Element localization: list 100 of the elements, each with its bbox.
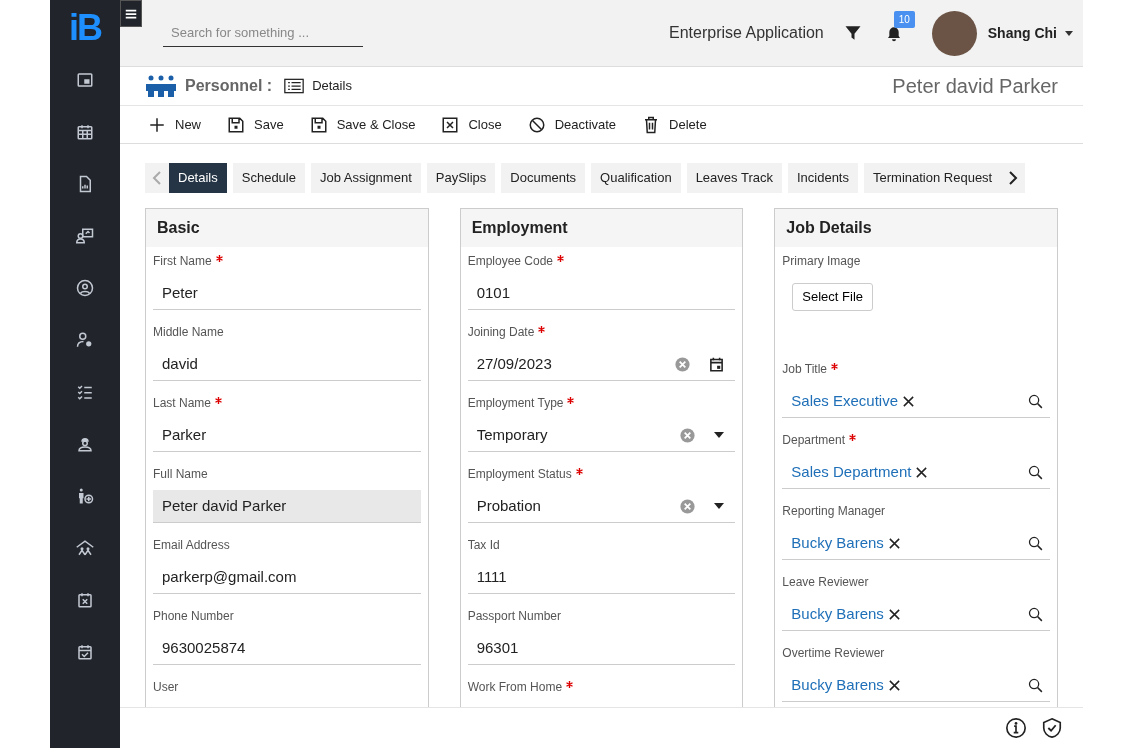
input-field[interactable]: Probation [467,490,736,523]
caret-icon [1065,30,1073,36]
input-field[interactable]: 9630025874 [153,632,421,665]
select-file-button[interactable]: Select File [792,283,874,311]
logo: iB [69,10,101,46]
picture-icon[interactable] [76,71,94,89]
filter-icon[interactable] [843,24,862,42]
input-field[interactable]: Bucky Barens [782,527,1050,560]
presentation-icon[interactable] [76,227,94,245]
bell-icon[interactable] [885,25,902,42]
field-label: Primary Image [782,253,861,269]
field-label: Passport Number [467,608,562,624]
input-field[interactable]: Bucky Barens [782,669,1050,702]
chevron-left-icon [152,170,162,186]
calendar-icon[interactable] [709,356,725,372]
tab[interactable]: Leaves Track [686,163,782,193]
input-field[interactable]: Peter [153,277,421,310]
search-icon[interactable] [1027,463,1044,481]
input-field[interactable]: Sales Executive [782,385,1050,418]
caret-icon[interactable] [714,503,725,509]
list-icon [284,78,305,94]
input-field[interactable]: Parker [153,419,421,452]
search-icon[interactable] [1027,676,1044,694]
tab[interactable]: Details [169,163,227,193]
calendar-check-icon[interactable] [76,643,94,661]
clear-icon[interactable] [902,394,916,408]
floppy-icon [309,115,328,134]
person-add-icon[interactable] [76,487,94,505]
field-value: Peter david Parker [162,495,288,516]
field-label: Employment Type [467,395,564,411]
user-menu[interactable]: Shang Chi [987,22,1073,44]
tab[interactable]: Schedule [232,163,305,193]
field-value: 96301 [476,637,520,658]
field-label: Middle Name [153,324,224,340]
search-icon[interactable] [1027,605,1044,623]
new-button[interactable]: New [148,114,201,135]
tab[interactable]: Incidents [787,163,858,193]
people-house-icon[interactable] [76,539,94,557]
view-title: Details [312,77,352,96]
clear-icon[interactable] [887,536,901,550]
worker-icon[interactable] [76,435,94,453]
field-label: First Name [153,253,212,269]
user-gear-icon[interactable] [76,331,94,349]
panel-title: Job Details [775,209,1057,247]
plus-icon [148,115,166,134]
delete-button[interactable]: Delete [642,114,707,135]
toolbar-button[interactable]: Deactivate [527,114,617,135]
field-value: 27/09/2023 [476,353,553,374]
tab[interactable]: PaySlips [426,163,496,193]
chevron-right-icon [1008,170,1019,186]
input-field[interactable]: 1111 [467,561,736,594]
clear-icon[interactable] [887,678,901,692]
ban-icon [527,115,546,134]
info-icon[interactable] [1005,717,1027,739]
field-label: Last Name [153,395,212,411]
people-icon [145,75,177,97]
toolbar-button[interactable]: Save & Close [309,114,416,135]
search-field[interactable]: Search for something ... [163,18,363,48]
menu-button[interactable] [120,0,142,27]
tab[interactable]: Job Assignment [310,163,421,193]
field-value: Temporary [476,424,549,445]
notification-badge: 10 [893,11,915,29]
scroll-right-button[interactable] [1001,163,1026,193]
toolbar-button[interactable]: Save [227,114,284,135]
panel-title: Basic [146,209,428,247]
input-field[interactable]: parkerp@gmail.com [153,561,421,594]
field-value: Parker [162,424,208,445]
clear-icon[interactable] [887,607,901,621]
floppy-icon [227,115,245,134]
user-circle-icon[interactable] [76,279,94,297]
calendar-icon[interactable] [76,123,94,141]
search-icon[interactable] [1027,392,1044,410]
field-value: 9630025874 [162,637,247,658]
toolbar-button[interactable]: Close [441,114,502,135]
input-field[interactable]: 0101 [467,277,736,310]
input-field[interactable]: david [153,348,421,381]
caret-icon[interactable] [714,432,725,438]
avatar-placeholder [931,10,977,56]
calendar-x-icon[interactable] [76,591,94,609]
field-value: parkerp@gmail.com [162,566,298,587]
field-value: david [162,353,199,374]
input-field[interactable]: 27/09/2023 [467,348,736,381]
tab[interactable]: Termination Request [864,163,1002,193]
record-title: Peter david Parker [892,74,1058,99]
shield-check-icon[interactable] [1041,717,1063,739]
input-field[interactable]: Temporary [467,419,736,452]
lookup-value: Bucky Barens [791,674,884,695]
field-value: Peter [162,282,199,303]
input-field[interactable]: 96301 [467,632,736,665]
input-field[interactable]: Bucky Barens [782,598,1050,631]
input-field[interactable]: Sales Department [782,456,1050,489]
tab[interactable]: Qualification [591,163,681,193]
field-label: Employee Code [467,253,554,269]
tab[interactable]: Documents [501,163,586,193]
field-value: Probation [476,495,542,516]
checklist-icon[interactable] [76,383,94,401]
field-label: Phone Number [153,608,234,624]
clear-icon[interactable] [915,465,929,479]
field-label: Email Address [153,537,230,553]
search-icon[interactable] [1027,534,1044,552]
